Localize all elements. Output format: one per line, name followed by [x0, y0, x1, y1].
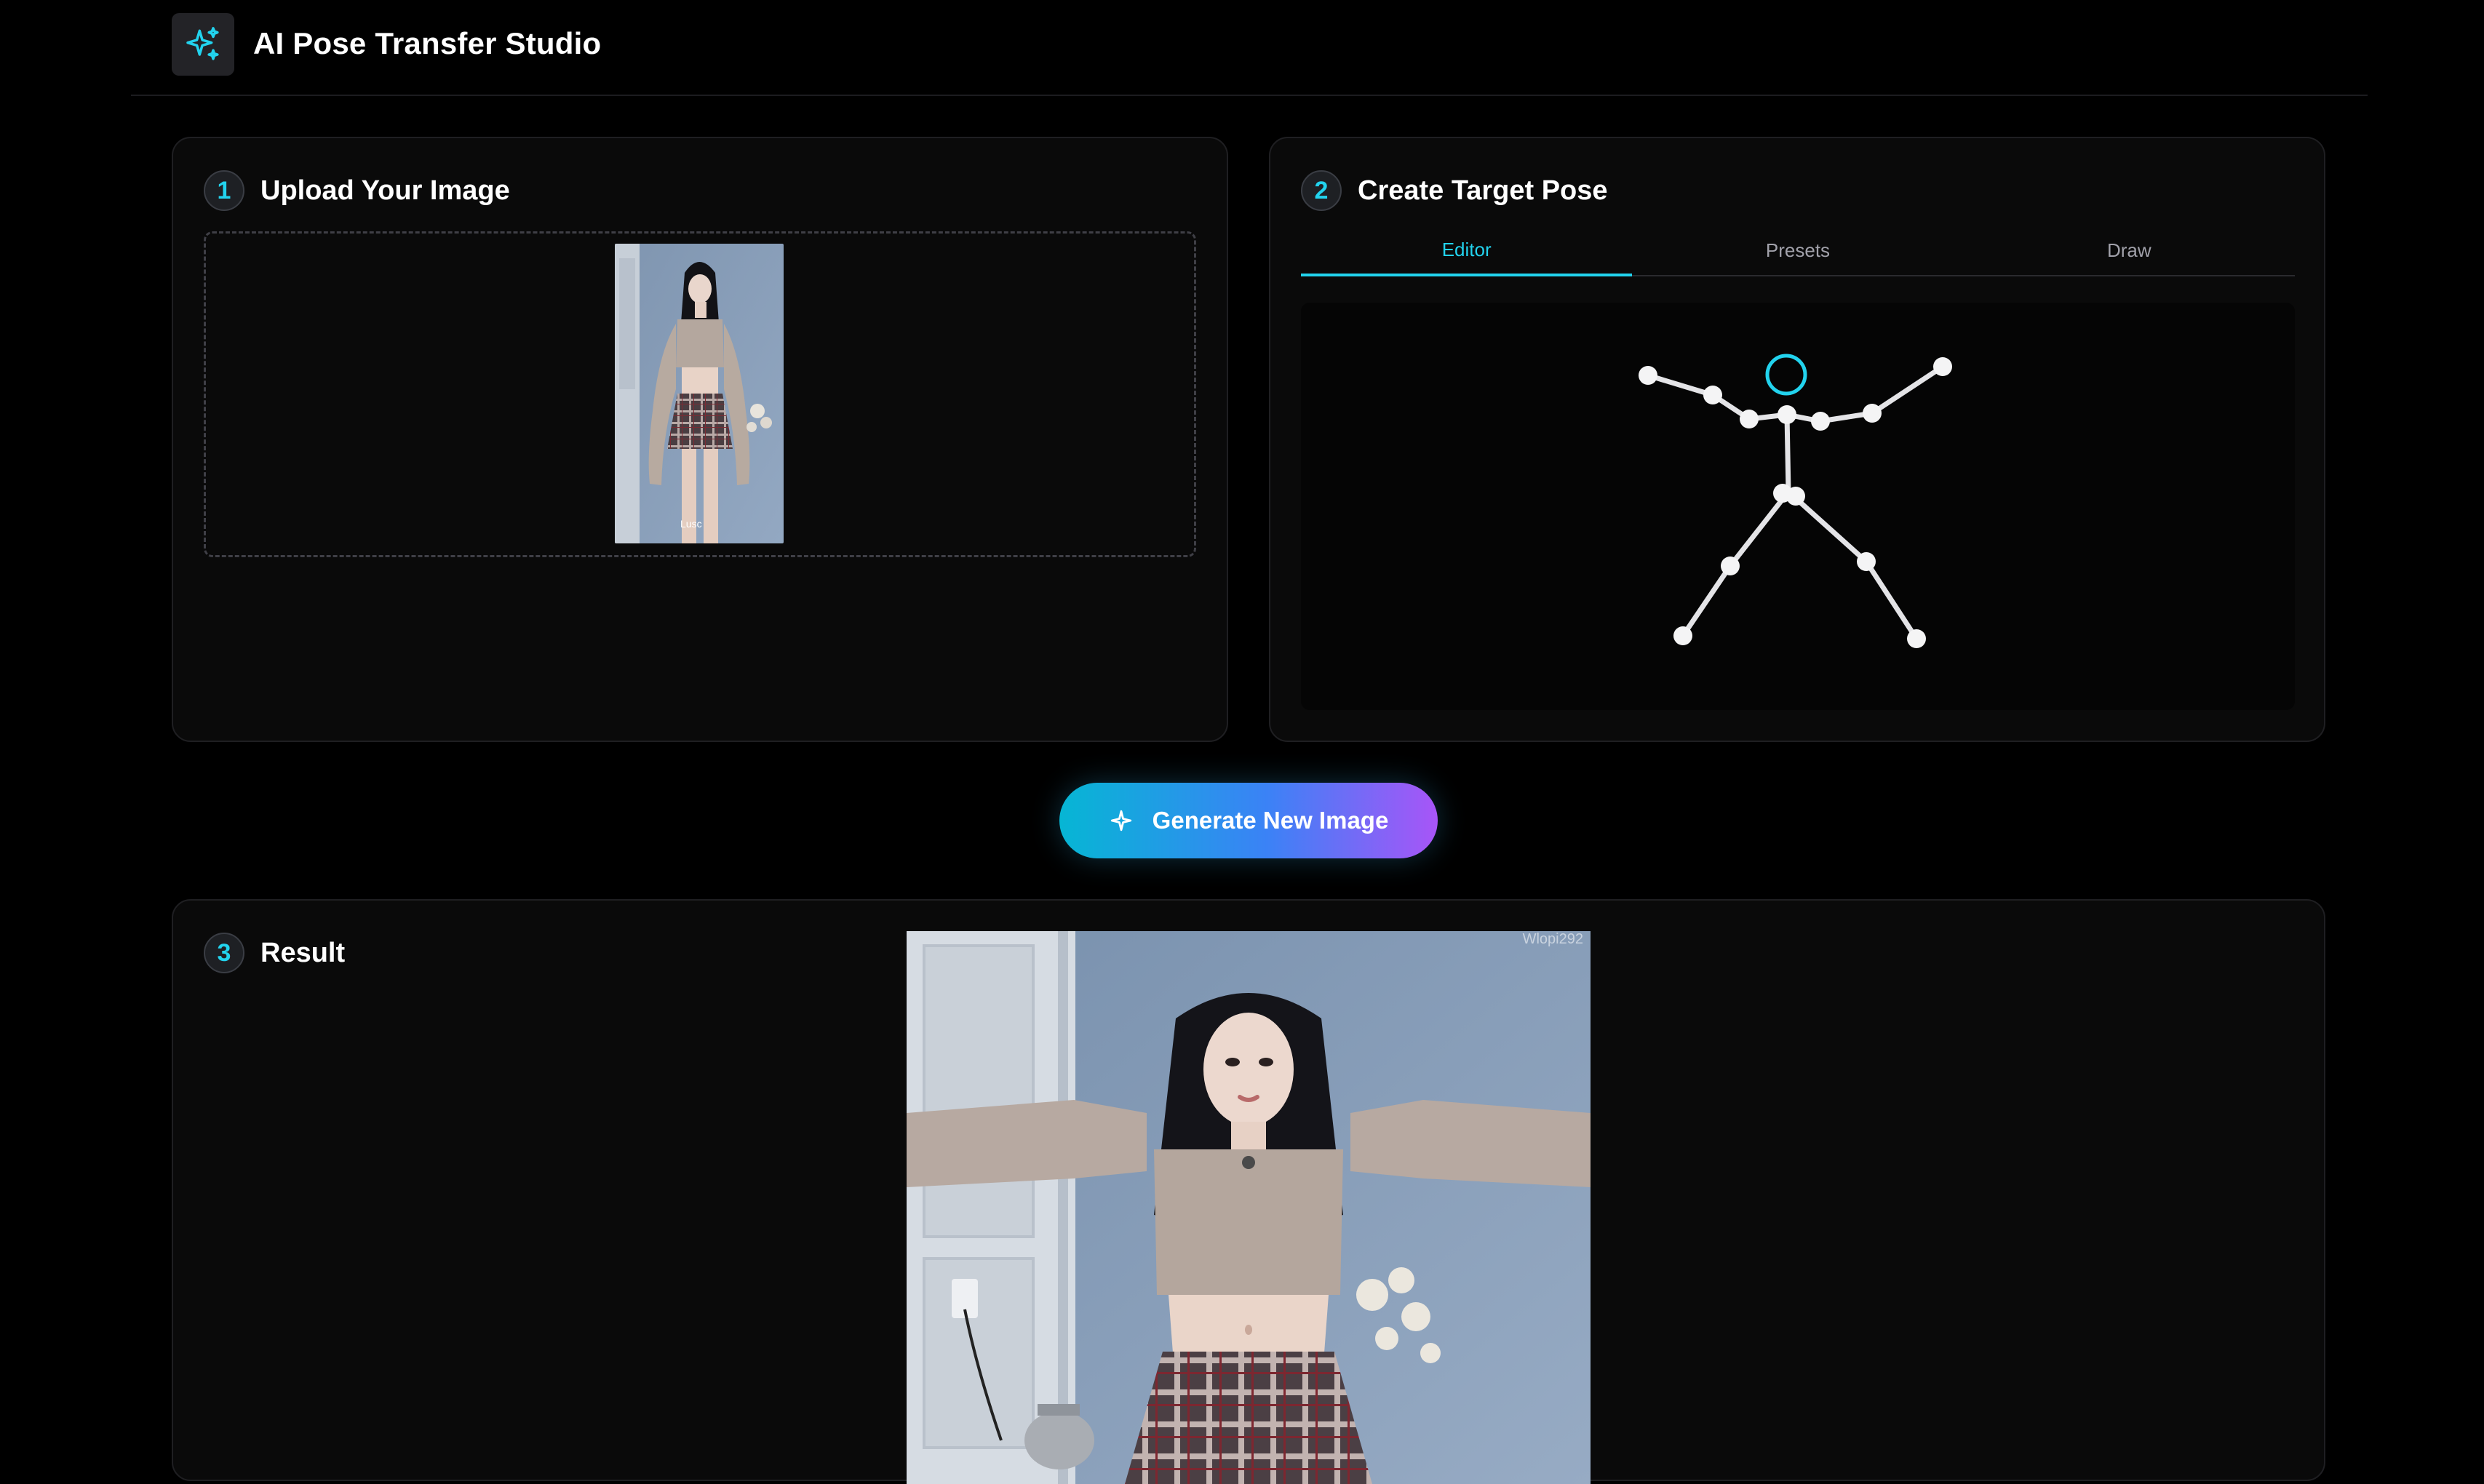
tab-presets[interactable]: Presets [1632, 226, 1963, 275]
pose-editor-canvas[interactable] [1301, 303, 2295, 710]
preview-watermark: Lusc [680, 518, 702, 530]
result-card: 3 Result Wlopi292 [172, 899, 2325, 1484]
joint-right-knee[interactable] [1857, 552, 1876, 571]
joint-left-hand[interactable] [1639, 366, 1657, 385]
app-header: AI Pose Transfer Studio [131, 0, 2368, 96]
sparkles-icon [186, 27, 219, 60]
result-image: Wlopi292 [907, 931, 1591, 1484]
upload-card: 1 Upload Your Image Lusc [172, 137, 1228, 742]
generate-button[interactable]: Generate New Image [1059, 783, 1438, 858]
step-number-badge: 2 [1301, 170, 1342, 211]
generate-button-label: Generate New Image [1152, 807, 1389, 834]
step-number-badge: 3 [204, 933, 244, 973]
pose-skeleton [1639, 354, 1952, 648]
joint-left-shoulder[interactable] [1740, 410, 1759, 428]
pose-tabs: Editor Presets Draw [1301, 226, 2295, 276]
joint-left-elbow[interactable] [1703, 386, 1722, 404]
upload-title: Upload Your Image [260, 175, 510, 206]
image-dropzone[interactable]: Lusc [204, 231, 1196, 557]
app-logo [172, 13, 234, 76]
tab-draw[interactable]: Draw [1964, 226, 2295, 275]
tab-editor[interactable]: Editor [1301, 226, 1633, 276]
joint-right-shoulder[interactable] [1811, 412, 1830, 431]
step-number-badge: 1 [204, 170, 244, 211]
joint-left-knee[interactable] [1721, 556, 1740, 575]
joint-right-foot[interactable] [1907, 629, 1926, 648]
joint-right-hand[interactable] [1933, 357, 1952, 376]
pose-card: 2 Create Target Pose Editor Presets Draw [1269, 137, 2325, 742]
result-watermark: Wlopi292 [1522, 931, 1583, 947]
pose-step-header: 2 Create Target Pose [1301, 170, 1608, 211]
joint-right-hip[interactable] [1786, 487, 1805, 506]
joint-head[interactable] [1765, 354, 1807, 396]
joint-right-elbow[interactable] [1863, 404, 1882, 423]
result-title: Result [260, 937, 346, 968]
result-step-header: 3 Result [204, 933, 345, 973]
joint-left-foot[interactable] [1673, 626, 1692, 645]
sparkle-icon [1109, 808, 1134, 833]
upload-step-header: 1 Upload Your Image [204, 170, 510, 211]
pose-title: Create Target Pose [1358, 175, 1608, 206]
uploaded-image-preview: Lusc [615, 244, 784, 543]
joint-neck[interactable] [1778, 405, 1796, 424]
app-title: AI Pose Transfer Studio [253, 26, 602, 60]
